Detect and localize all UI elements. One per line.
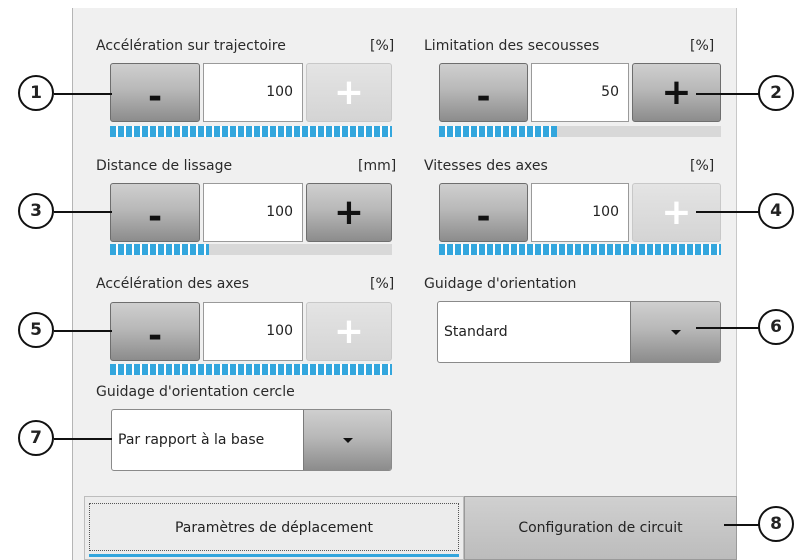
orientation-dropdown-button[interactable] [630,302,720,362]
axis-accel-value-field[interactable]: 100 [203,302,303,361]
tab-bar: Paramètres de déplacement Configuration … [72,496,737,560]
jerk-limit-decrease-button[interactable]: - [439,63,528,122]
path-accel-level-fill [110,126,392,137]
circle-orientation-label: Guidage d'orientation cercle [96,384,295,400]
callout-2-line [696,93,760,95]
minus-icon: - [147,76,163,117]
minus-icon: - [147,196,163,237]
tab-circuit-configuration-label: Configuration de circuit [518,520,683,536]
callout-6-line [696,327,760,329]
axis-accel-label: Accélération des axes [96,276,250,292]
plus-icon: + [661,71,692,113]
panel-right-edge [736,8,737,496]
circle-orientation-value: Par rapport à la base [118,432,265,448]
minus-icon: - [147,315,163,356]
tab-active-indicator [89,554,459,557]
axis-speed-label: Vitesses des axes [424,158,548,174]
path-accel-level-bar [110,126,392,137]
smoothing-distance-unit: [mm] [358,158,397,174]
jerk-limit-level-fill [439,126,558,137]
jerk-limit-value-field[interactable]: 50 [531,63,629,122]
plus-icon: + [661,191,692,233]
callout-1-line [54,93,112,95]
path-accel-value-field[interactable]: 100 [203,63,303,122]
axis-accel-unit: [%] [370,276,395,292]
tab-motion-parameters[interactable]: Paramètres de déplacement [84,496,464,560]
callout-5: 5 [18,312,54,348]
callout-7-line [54,438,112,440]
chevron-down-icon [670,329,681,335]
callout-8-line [724,524,760,526]
smoothing-level-bar [110,244,392,255]
minus-icon: - [476,76,491,117]
orientation-guidance-value: Standard [444,324,508,340]
jerk-limit-unit: [%] [690,38,715,54]
plus-icon: + [333,310,365,352]
path-accel-increase-button[interactable]: + [306,63,392,122]
callout-4-line [696,211,760,213]
axis-accel-decrease-button[interactable]: - [110,302,200,361]
chevron-down-icon [342,437,353,443]
callout-8: 8 [758,506,794,542]
axis-speed-level-fill [439,244,721,255]
callout-1: 1 [18,75,54,111]
axis-speed-level-bar [439,244,721,255]
axis-speed-decrease-button[interactable]: - [439,183,528,242]
plus-icon: + [333,71,365,113]
smoothing-decrease-button[interactable]: - [110,183,200,242]
tab-circuit-configuration[interactable]: Configuration de circuit [464,496,737,560]
callout-5-line [54,330,112,332]
smoothing-distance-label: Distance de lissage [96,158,233,174]
jerk-limit-level-bar [439,126,721,137]
smoothing-level-fill [110,244,209,255]
orientation-guidance-select[interactable]: Standard [437,301,721,363]
minus-icon: - [476,196,491,237]
axis-speed-increase-button[interactable]: + [632,183,721,242]
callout-6: 6 [758,309,794,345]
plus-icon: + [333,191,365,233]
axis-accel-level-bar [110,364,392,375]
path-accel-label: Accélération sur trajectoire [96,38,286,54]
callout-4: 4 [758,193,794,229]
smoothing-value-field[interactable]: 100 [203,183,303,242]
path-accel-unit: [%] [370,38,395,54]
axis-accel-level-fill [110,364,392,375]
callout-3: 3 [18,193,54,229]
axis-accel-increase-button[interactable]: + [306,302,392,361]
callout-7: 7 [18,420,54,456]
path-accel-decrease-button[interactable]: - [110,63,200,122]
smoothing-increase-button[interactable]: + [306,183,392,242]
tab-focus-outline [89,503,459,551]
callout-3-line [54,211,112,213]
axis-speed-value-field[interactable]: 100 [531,183,629,242]
circle-orientation-select[interactable]: Par rapport à la base [111,409,392,471]
jerk-limit-label: Limitation des secousses [424,38,600,54]
axis-speed-unit: [%] [690,158,715,174]
orientation-guidance-label: Guidage d'orientation [424,276,577,292]
circle-orientation-dropdown-button[interactable] [303,410,391,470]
callout-2: 2 [758,75,794,111]
